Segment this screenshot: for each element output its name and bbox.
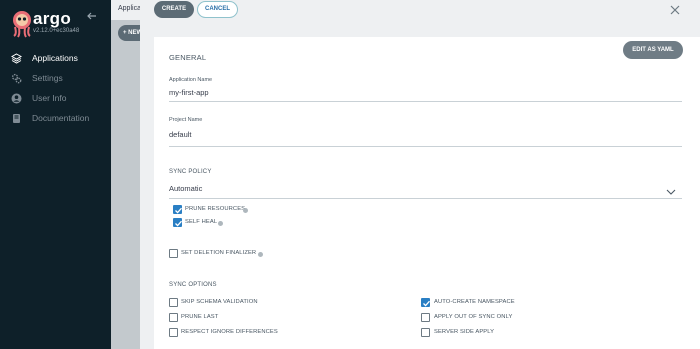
sidebar-nav: Applications Settings User Info Document… bbox=[0, 48, 111, 128]
sidebar: argo v2.12.0+ec30a48 Applications Settin… bbox=[0, 0, 111, 349]
help-icon[interactable] bbox=[258, 252, 263, 257]
close-icon[interactable] bbox=[669, 3, 681, 15]
set-deletion-finalizer-label: SET DELETION FINALIZER bbox=[181, 250, 257, 256]
chevron-down-icon[interactable] bbox=[666, 183, 676, 195]
prune-last-label: PRUNE LAST bbox=[181, 314, 219, 320]
create-button[interactable]: CREATE bbox=[154, 1, 194, 18]
skip-schema-validation-checkbox[interactable] bbox=[169, 298, 178, 307]
application-form-card: EDIT AS YAML GENERAL Application Name my… bbox=[154, 37, 700, 349]
user-icon bbox=[11, 93, 22, 104]
respect-ignore-differences-label: RESPECT IGNORE DIFFERENCES bbox=[181, 329, 278, 335]
book-icon bbox=[11, 113, 22, 124]
respect-ignore-differences-checkbox[interactable] bbox=[169, 328, 178, 337]
auto-create-namespace-checkbox[interactable] bbox=[421, 298, 430, 307]
help-icon[interactable] bbox=[218, 221, 223, 226]
create-application-panel: CREATE CANCEL EDIT AS YAML GENERAL Appli… bbox=[140, 0, 700, 349]
collapse-sidebar-arrow-icon[interactable] bbox=[86, 9, 98, 21]
skip-schema-validation-label: SKIP SCHEMA VALIDATION bbox=[181, 299, 258, 305]
sync-options-title: SYNC OPTIONS bbox=[169, 282, 217, 288]
layers-icon bbox=[11, 52, 22, 64]
project-name-input[interactable]: default bbox=[169, 130, 192, 139]
project-name-label: Project Name bbox=[169, 117, 203, 123]
application-name-underline bbox=[169, 101, 682, 102]
sync-policy-underline bbox=[169, 198, 682, 199]
sync-policy-select[interactable]: Automatic bbox=[169, 184, 202, 193]
auto-create-namespace-label: AUTO-CREATE NAMESPACE bbox=[434, 299, 515, 305]
server-side-apply-label: SERVER SIDE APPLY bbox=[434, 329, 495, 335]
self-heal-checkbox[interactable] bbox=[173, 218, 182, 227]
sidebar-item-label: Documentation bbox=[32, 113, 90, 123]
prune-last-checkbox[interactable] bbox=[169, 313, 178, 322]
apply-out-of-sync-only-checkbox[interactable] bbox=[421, 313, 430, 322]
sidebar-item-label: Settings bbox=[32, 73, 63, 83]
application-name-input[interactable]: my-first-app bbox=[169, 88, 209, 97]
project-name-underline bbox=[169, 146, 682, 147]
sidebar-item-user-info[interactable]: User Info bbox=[0, 88, 111, 108]
general-section-title: GENERAL bbox=[169, 53, 207, 62]
sidebar-item-settings[interactable]: Settings bbox=[0, 68, 111, 88]
sidebar-item-label: Applications bbox=[32, 53, 78, 63]
argo-logo-icon[interactable] bbox=[8, 8, 36, 38]
sidebar-item-documentation[interactable]: Documentation bbox=[0, 108, 111, 128]
application-name-label: Application Name bbox=[169, 77, 213, 83]
sidebar-item-applications[interactable]: Applications bbox=[0, 48, 111, 68]
gears-icon bbox=[11, 73, 22, 84]
sync-policy-title: SYNC POLICY bbox=[169, 169, 212, 175]
server-side-apply-checkbox[interactable] bbox=[421, 328, 430, 337]
sidebar-item-label: User Info bbox=[32, 93, 67, 103]
app-version: v2.12.0+ec30a48 bbox=[33, 28, 80, 34]
apply-out-of-sync-only-label: APPLY OUT OF SYNC ONLY bbox=[434, 314, 513, 320]
cancel-button[interactable]: CANCEL bbox=[197, 1, 238, 18]
prune-resources-checkbox[interactable] bbox=[173, 205, 182, 214]
self-heal-label: SELF HEAL bbox=[185, 219, 218, 225]
prune-resources-label: PRUNE RESOURCES bbox=[185, 206, 246, 212]
set-deletion-finalizer-checkbox[interactable] bbox=[169, 249, 178, 258]
help-icon[interactable] bbox=[243, 208, 248, 213]
app-logo-text: argo bbox=[33, 9, 72, 28]
edit-as-yaml-button[interactable]: EDIT AS YAML bbox=[623, 41, 683, 59]
